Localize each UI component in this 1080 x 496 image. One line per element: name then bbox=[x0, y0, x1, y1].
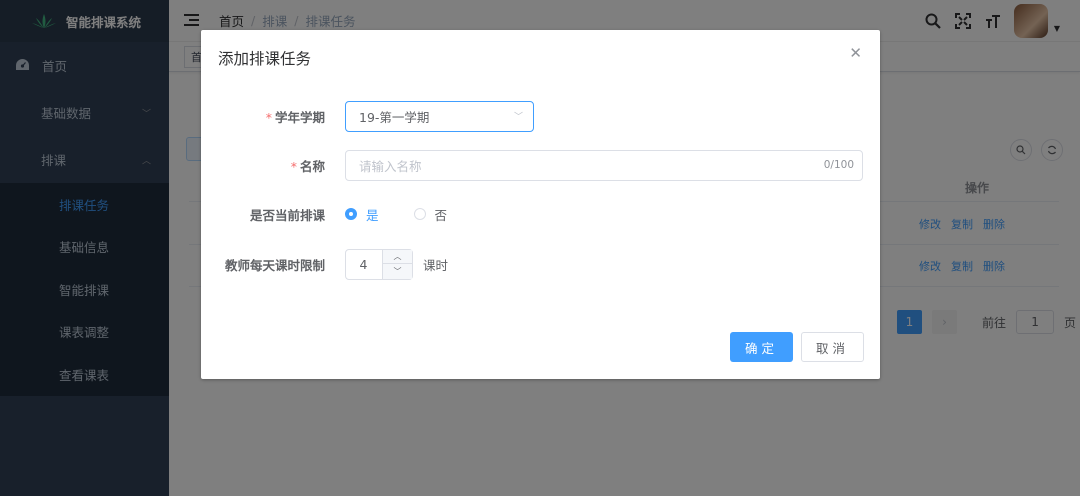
cancel-button[interactable]: 取消 bbox=[801, 332, 864, 362]
radio-checked-icon bbox=[345, 208, 357, 220]
form-row-limit: 教师每天课时限制 4 ︿ ﹀ 课时 bbox=[201, 248, 880, 280]
limit-unit: 课时 bbox=[423, 257, 449, 273]
limit-label: 教师每天课时限制 bbox=[224, 257, 325, 273]
radio-yes[interactable]: 是 bbox=[345, 205, 379, 224]
add-task-dialog: 添加排课任务 ✕ * 学年学期 19-第一学期 ﹀ * 名称 请输入名称 0/100… bbox=[201, 30, 880, 379]
chevron-down-icon: ﹀ bbox=[513, 112, 523, 123]
increment-icon[interactable]: ︿ bbox=[383, 250, 412, 264]
limit-stepper[interactable]: 4 ︿ ﹀ bbox=[345, 248, 413, 280]
name-input[interactable]: 请输入名称 0/100 bbox=[345, 149, 863, 181]
dialog-title: 添加排课任务 bbox=[218, 50, 312, 68]
name-placeholder: 请输入名称 bbox=[359, 158, 422, 174]
decrement-icon[interactable]: ﹀ bbox=[383, 264, 412, 279]
name-label: * 名称 bbox=[290, 158, 325, 174]
form-row-current: 是否当前排课 是 否 bbox=[201, 198, 880, 230]
current-label: 是否当前排课 bbox=[249, 207, 325, 223]
confirm-button[interactable]: 确定 bbox=[730, 332, 793, 362]
stepper-buttons: ︿ ﹀ bbox=[382, 249, 412, 279]
radio-no[interactable]: 否 bbox=[413, 205, 447, 224]
term-label: * 学年学期 bbox=[265, 109, 325, 125]
limit-value[interactable]: 4 bbox=[346, 257, 381, 272]
close-icon[interactable]: ✕ bbox=[849, 46, 862, 61]
term-select[interactable]: 19-第一学期 ﹀ bbox=[345, 100, 534, 132]
term-select-value: 19-第一学期 bbox=[359, 109, 430, 125]
form-row-term: * 学年学期 19-第一学期 ﹀ bbox=[201, 100, 880, 132]
form-row-name: * 名称 请输入名称 0/100 bbox=[201, 149, 880, 181]
name-char-counter: 0/100 bbox=[823, 159, 854, 171]
radio-unchecked-icon bbox=[413, 208, 426, 220]
